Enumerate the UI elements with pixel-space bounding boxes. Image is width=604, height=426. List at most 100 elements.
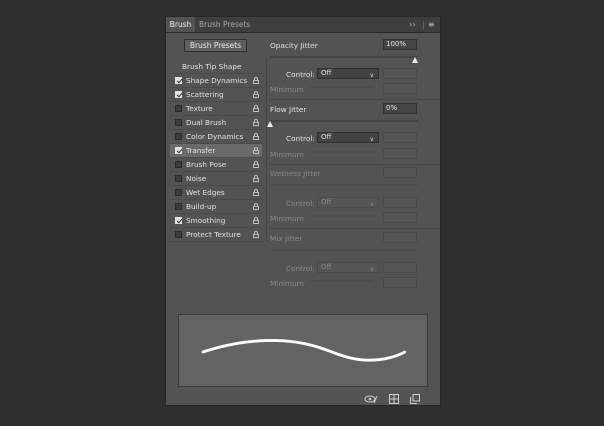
flow-jitter-slider[interactable]	[270, 120, 418, 122]
opacity-jitter-slider[interactable]	[270, 56, 418, 58]
option-label: Smoothing	[186, 216, 226, 225]
checkbox[interactable]	[175, 161, 182, 168]
option-color-dynamics[interactable]: Color Dynamics	[170, 130, 262, 144]
brush-options-list: Brush Tip Shape Shape Dynamics Scatterin…	[170, 57, 262, 242]
checkbox[interactable]	[175, 77, 182, 84]
wetness-control-label: Control:	[286, 199, 315, 208]
lock-icon[interactable]	[253, 91, 259, 98]
option-label: Dual Brush	[186, 118, 227, 127]
option-label: Scattering	[186, 90, 224, 99]
option-label: Brush Pose	[186, 160, 227, 169]
grid-icon[interactable]	[389, 394, 399, 404]
mix-minimum-field[interactable]	[383, 277, 417, 288]
option-label: Shape Dynamics	[186, 76, 248, 85]
lock-icon[interactable]	[253, 77, 259, 84]
option-scattering[interactable]: Scattering	[170, 88, 262, 102]
toggle-eye-icon[interactable]	[364, 394, 378, 404]
opacity-minimum-slider[interactable]	[310, 86, 374, 88]
option-brush-pose[interactable]: Brush Pose	[170, 158, 262, 172]
checkbox[interactable]	[175, 119, 182, 126]
checkbox[interactable]	[175, 231, 182, 238]
flow-control-field[interactable]	[383, 132, 417, 143]
section-divider	[268, 99, 440, 100]
option-dual-brush[interactable]: Dual Brush	[170, 116, 262, 130]
tab-brush-presets[interactable]: Brush Presets	[199, 17, 250, 32]
tab-divider: |	[422, 20, 425, 29]
option-label: Protect Texture	[186, 230, 241, 239]
mix-control-dropdown[interactable]: Off ∨	[317, 262, 379, 273]
wetness-control-dropdown[interactable]: Off ∨	[317, 197, 379, 208]
brush-presets-button[interactable]: Brush Presets	[184, 39, 247, 52]
flow-jitter-label: Flow Jitter	[270, 105, 307, 114]
dropdown-value: Off	[321, 198, 332, 206]
lock-icon[interactable]	[253, 147, 259, 154]
opacity-minimum-label: Minimum	[270, 85, 304, 94]
lock-icon[interactable]	[253, 161, 259, 168]
wetness-minimum-slider[interactable]	[310, 215, 374, 217]
option-shape-dynamics[interactable]: Shape Dynamics	[170, 74, 262, 88]
brush-tip-shape-item[interactable]: Brush Tip Shape	[170, 60, 262, 74]
new-preset-icon[interactable]	[410, 394, 420, 404]
lock-icon[interactable]	[253, 217, 259, 224]
flow-minimum-field[interactable]	[383, 148, 417, 159]
flow-jitter-field[interactable]: 0%	[383, 103, 417, 114]
flow-control-dropdown[interactable]: Off ∨	[317, 132, 379, 143]
option-label: Noise	[186, 174, 207, 183]
option-wet-edges[interactable]: Wet Edges	[170, 186, 262, 200]
dropdown-value: Off	[321, 133, 332, 141]
lock-icon[interactable]	[253, 105, 259, 112]
opacity-jitter-label: Opacity Jitter	[270, 41, 318, 50]
flow-minimum-slider[interactable]	[310, 151, 374, 153]
chevron-down-icon: ∨	[369, 201, 374, 208]
option-transfer[interactable]: Transfer	[170, 144, 262, 158]
checkbox[interactable]	[175, 217, 182, 224]
wetness-minimum-field[interactable]	[383, 212, 417, 223]
checkbox[interactable]	[175, 189, 182, 196]
option-protect-texture[interactable]: Protect Texture	[170, 228, 262, 242]
opacity-control-dropdown[interactable]: Off ∨	[317, 68, 379, 79]
tab-bar: Brush Brush Presets ›› | ≡	[166, 17, 440, 33]
dropdown-value: Off	[321, 263, 332, 271]
checkbox[interactable]	[175, 147, 182, 154]
section-divider	[268, 228, 440, 229]
checkbox[interactable]	[175, 105, 182, 112]
option-texture[interactable]: Texture	[170, 102, 262, 116]
option-label: Transfer	[186, 146, 216, 155]
opacity-jitter-field[interactable]: 100%	[383, 39, 417, 50]
opacity-minimum-field[interactable]	[383, 83, 417, 94]
flow-jitter-slider-thumb[interactable]	[267, 121, 273, 127]
opacity-jitter-slider-thumb[interactable]	[412, 57, 418, 63]
double-chevron-right-icon[interactable]: ››	[409, 17, 415, 32]
opacity-control-field[interactable]	[383, 68, 417, 79]
wetness-control-field[interactable]	[383, 197, 417, 208]
wetness-minimum-label: Minimum	[270, 214, 304, 223]
checkbox[interactable]	[175, 203, 182, 210]
lock-icon[interactable]	[253, 203, 259, 210]
wetness-jitter-slider[interactable]	[270, 184, 418, 186]
lock-icon[interactable]	[253, 189, 259, 196]
lock-icon[interactable]	[253, 175, 259, 182]
wetness-jitter-field[interactable]	[383, 167, 417, 178]
hamburger-menu-icon[interactable]: ≡	[428, 17, 435, 32]
mix-minimum-label: Minimum	[270, 279, 304, 288]
mix-minimum-slider[interactable]	[310, 280, 374, 282]
option-smoothing[interactable]: Smoothing	[170, 214, 262, 228]
option-build-up[interactable]: Build-up	[170, 200, 262, 214]
lock-icon[interactable]	[253, 119, 259, 126]
brush-tip-shape-label: Brush Tip Shape	[182, 62, 242, 71]
checkbox[interactable]	[175, 91, 182, 98]
mix-jitter-slider[interactable]	[270, 249, 418, 251]
mix-jitter-field[interactable]	[383, 232, 417, 243]
lock-icon[interactable]	[253, 133, 259, 140]
mix-control-field[interactable]	[383, 262, 417, 273]
flow-minimum-label: Minimum	[270, 150, 304, 159]
lock-icon[interactable]	[253, 231, 259, 238]
option-label: Build-up	[186, 202, 217, 211]
tab-brush[interactable]: Brush	[166, 17, 195, 32]
opacity-control-label: Control:	[286, 70, 315, 79]
checkbox[interactable]	[175, 175, 182, 182]
chevron-down-icon: ∨	[369, 136, 374, 143]
option-noise[interactable]: Noise	[170, 172, 262, 186]
stroke-preview-graphic	[201, 338, 407, 362]
checkbox[interactable]	[175, 133, 182, 140]
